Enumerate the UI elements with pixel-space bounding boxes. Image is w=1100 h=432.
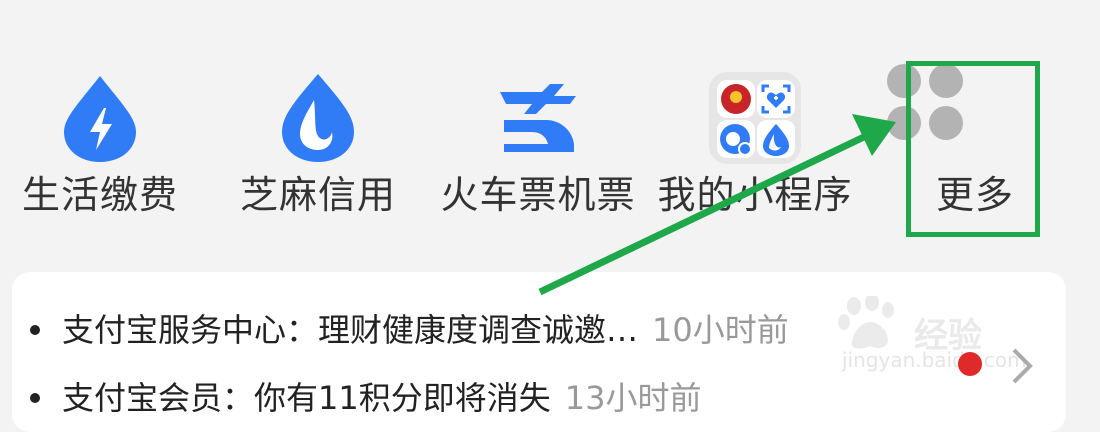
app-label: 芝麻信用 [239, 173, 396, 217]
health-code-icon [757, 80, 795, 118]
message-time: 13小时前 [564, 379, 702, 417]
highlight-box [906, 61, 1040, 237]
sesame-credit-drop-icon [270, 70, 366, 166]
blue-drop-icon [757, 120, 795, 158]
lightning-drop-icon [52, 70, 148, 166]
message-time: 10小时前 [652, 311, 789, 349]
mini-program-folder-icon [707, 70, 803, 166]
list-item[interactable]: 支付宝服务中心：理财健康度调查诚邀… 10小时前 [30, 308, 789, 352]
bullet-icon [30, 393, 40, 403]
app-label: 火车票机票 [440, 173, 636, 217]
notification-badge [958, 352, 982, 376]
app-utility-payment[interactable]: 生活缴费 [0, 60, 200, 230]
list-item[interactable]: 支付宝会员：你有11积分即将消失 13小时前 [30, 376, 701, 420]
app-sesame-credit[interactable]: 芝麻信用 [218, 60, 418, 230]
app-train-plane-tickets[interactable]: 火车票机票 [438, 60, 638, 230]
emblem-icon [717, 80, 755, 118]
message-title: 支付宝服务中心：理财健康度调查诚邀… [62, 311, 639, 349]
bullet-icon [30, 325, 40, 335]
chevron-right-icon[interactable] [1004, 346, 1040, 386]
app-label: 生活缴费 [21, 173, 178, 217]
message-title: 支付宝会员：你有11积分即将消失 [62, 379, 551, 417]
app-my-mini-programs[interactable]: 我的小程序 [655, 60, 855, 230]
train-plane-icon [490, 70, 586, 166]
blue-drop-b-icon [717, 120, 755, 158]
app-label: 我的小程序 [657, 173, 853, 217]
